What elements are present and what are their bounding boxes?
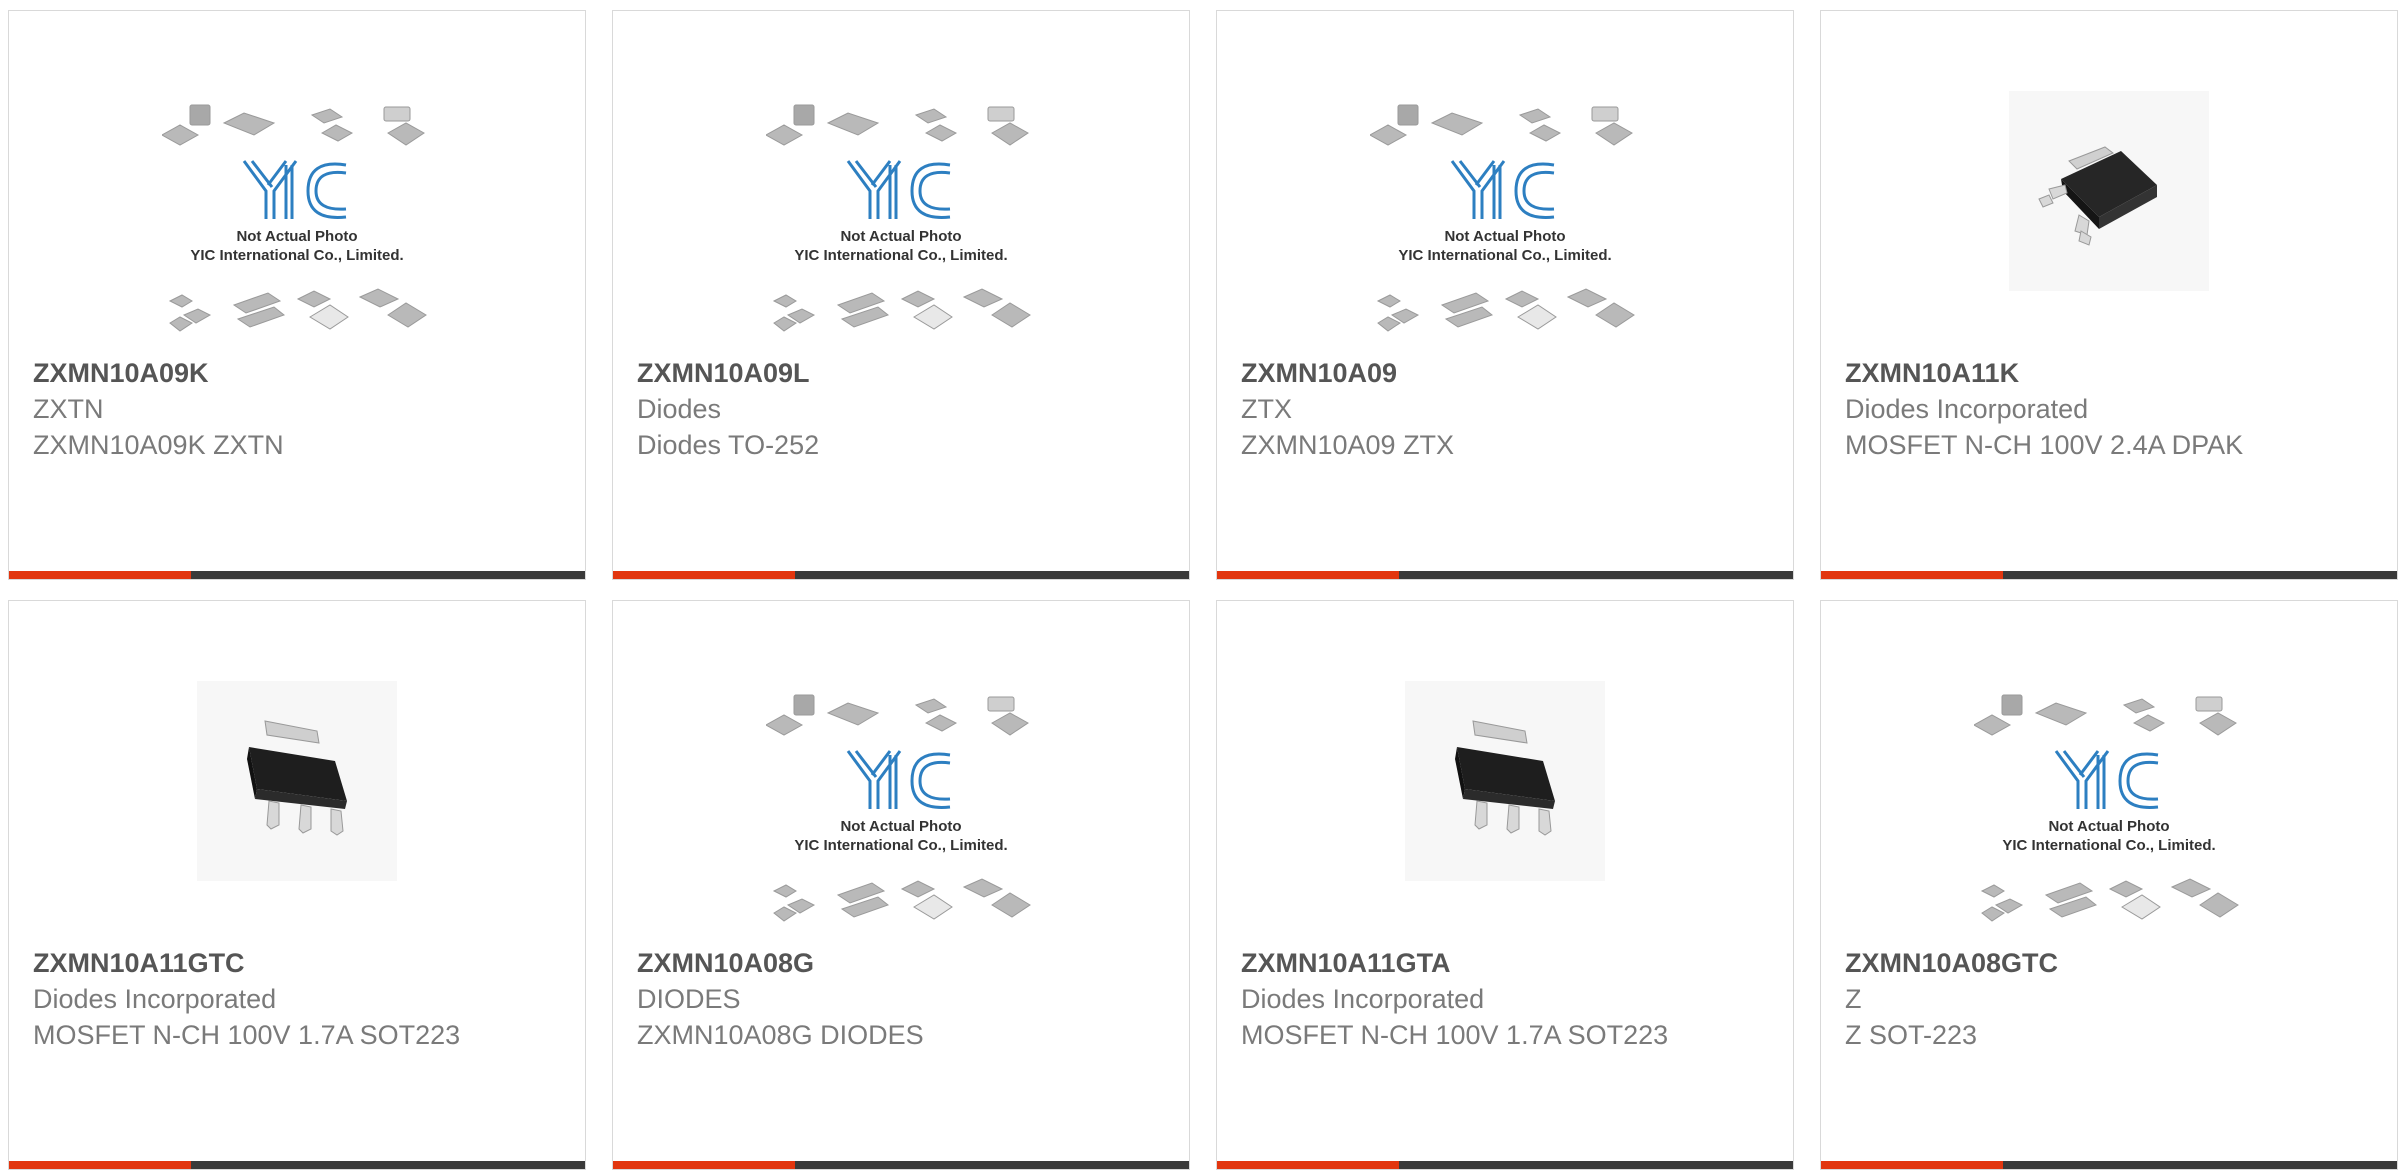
placeholder-caption-1: Not Actual Photo: [840, 228, 961, 245]
product-description: ZXMN10A09 ZTX: [1241, 430, 1455, 460]
product-part-number[interactable]: ZXMN10A08G: [637, 945, 1169, 981]
product-manufacturer: Diodes Incorporated: [1845, 394, 2089, 424]
product-image[interactable]: [1217, 601, 1793, 891]
product-card[interactable]: Not Actual Photo YIC International Co., …: [8, 10, 586, 580]
sot223-package-icon: [1405, 681, 1605, 881]
dpak-package-icon: [2009, 91, 2209, 291]
product-info: ZXMN10A11GTA Diodes Incorporated MOSFET N-…: [1241, 945, 1773, 1053]
placeholder-logo-icon: Not Actual Photo YIC International Co., …: [1974, 694, 2239, 922]
product-card[interactable]: ZXMN10A11K Diodes Incorporated MOSFET N-CH…: [1820, 10, 2398, 580]
product-part-number[interactable]: ZXMN10A11K: [1845, 355, 2377, 391]
card-bottom-bar: [9, 1161, 585, 1169]
product-manufacturer: DIODES: [637, 984, 741, 1014]
placeholder-caption-1: Not Actual Photo: [2048, 818, 2169, 835]
card-bottom-bar: [1217, 1161, 1793, 1169]
product-info: ZXMN10A09K ZXTN ZXMN10A09K ZXTN: [33, 355, 565, 463]
product-info: ZXMN10A11GTC Diodes Incorporated MOSFET N-…: [33, 945, 565, 1053]
product-description: Z SOT-223: [1845, 1020, 1978, 1050]
product-card[interactable]: ZXMN10A11GTA Diodes Incorporated MOSFET N-…: [1216, 600, 1794, 1170]
product-manufacturer: Diodes Incorporated: [33, 984, 277, 1014]
placeholder-caption-1: Not Actual Photo: [1444, 228, 1565, 245]
product-card[interactable]: Not Actual Photo YIC International Co., …: [612, 600, 1190, 1170]
card-bottom-bar-accent: [1821, 571, 2003, 579]
card-bottom-bar-accent: [613, 1161, 795, 1169]
product-info: ZXMN10A11K Diodes Incorporated MOSFET N-CH…: [1845, 355, 2377, 463]
placeholder-caption-2: YIC International Co., Limited.: [794, 837, 1007, 854]
product-part-number[interactable]: ZXMN10A11GTA: [1241, 945, 1773, 981]
product-info: ZXMN10A09L Diodes Diodes TO-252: [637, 355, 1169, 463]
product-image[interactable]: Not Actual Photo YIC International Co., …: [1217, 11, 1793, 332]
product-part-number[interactable]: ZXMN10A09: [1241, 355, 1773, 391]
card-bottom-bar: [9, 571, 585, 579]
product-image[interactable]: Not Actual Photo YIC International Co., …: [613, 601, 1189, 922]
card-bottom-bar: [1217, 571, 1793, 579]
product-part-number[interactable]: ZXMN10A09L: [637, 355, 1169, 391]
card-bottom-bar-accent: [1821, 1161, 2003, 1169]
placeholder-caption-2: YIC International Co., Limited.: [190, 247, 403, 264]
product-card-link[interactable]: Not Actual Photo YIC International Co., …: [1217, 11, 1793, 579]
card-bottom-bar: [1821, 571, 2397, 579]
product-card-link[interactable]: Not Actual Photo YIC International Co., …: [613, 601, 1189, 1169]
product-image[interactable]: Not Actual Photo YIC International Co., …: [1821, 601, 2397, 922]
product-image[interactable]: Not Actual Photo YIC International Co., …: [9, 11, 585, 332]
product-manufacturer: ZXTN: [33, 394, 104, 424]
product-info: ZXMN10A08GTC Z Z SOT-223: [1845, 945, 2377, 1053]
product-card-link[interactable]: Not Actual Photo YIC International Co., …: [9, 11, 585, 579]
product-description: Diodes TO-252: [637, 430, 820, 460]
placeholder-caption-2: YIC International Co., Limited.: [794, 247, 1007, 264]
placeholder-logo-icon: Not Actual Photo YIC International Co., …: [1370, 104, 1635, 332]
product-card[interactable]: Not Actual Photo YIC International Co., …: [1820, 600, 2398, 1170]
card-bottom-bar-accent: [9, 1161, 191, 1169]
product-part-number[interactable]: ZXMN10A09K: [33, 355, 565, 391]
product-info: ZXMN10A08G DIODES ZXMN10A08G DIODES: [637, 945, 1169, 1053]
product-part-number[interactable]: ZXMN10A11GTC: [33, 945, 565, 981]
card-bottom-bar-accent: [1217, 571, 1399, 579]
product-card-link[interactable]: ZXMN10A11GTC Diodes Incorporated MOSFET N-…: [9, 601, 585, 1169]
placeholder-logo-icon: Not Actual Photo YIC International Co., …: [766, 694, 1031, 922]
card-bottom-bar: [1821, 1161, 2397, 1169]
product-card[interactable]: Not Actual Photo YIC International Co., …: [612, 10, 1190, 580]
product-image[interactable]: Not Actual Photo YIC International Co., …: [613, 11, 1189, 332]
product-description: MOSFET N-CH 100V 2.4A DPAK: [1845, 430, 2244, 460]
product-manufacturer: Z: [1845, 984, 1862, 1014]
product-description: ZXMN10A08G DIODES: [637, 1020, 924, 1050]
product-description: ZXMN10A09K ZXTN: [33, 430, 284, 460]
product-manufacturer: Diodes: [637, 394, 722, 424]
placeholder-caption-2: YIC International Co., Limited.: [2002, 837, 2215, 854]
card-bottom-bar-accent: [1217, 1161, 1399, 1169]
product-card[interactable]: Not Actual Photo YIC International Co., …: [1216, 10, 1794, 580]
placeholder-caption-2: YIC International Co., Limited.: [1398, 247, 1611, 264]
product-info: ZXMN10A09 ZTX ZXMN10A09 ZTX: [1241, 355, 1773, 463]
placeholder-logo-icon: Not Actual Photo YIC International Co., …: [162, 104, 427, 332]
product-manufacturer: ZTX: [1241, 394, 1292, 424]
product-card[interactable]: ZXMN10A11GTC Diodes Incorporated MOSFET N-…: [8, 600, 586, 1170]
product-description: MOSFET N-CH 100V 1.7A SOT223: [1241, 1020, 1669, 1050]
placeholder-caption-1: Not Actual Photo: [236, 228, 357, 245]
card-bottom-bar-accent: [613, 571, 795, 579]
placeholder-logo-icon: Not Actual Photo YIC International Co., …: [766, 104, 1031, 332]
card-bottom-bar: [613, 571, 1189, 579]
product-image[interactable]: [9, 601, 585, 891]
product-card-link[interactable]: ZXMN10A11GTA Diodes Incorporated MOSFET N-…: [1217, 601, 1793, 1169]
product-card-link[interactable]: Not Actual Photo YIC International Co., …: [1821, 601, 2397, 1169]
product-card-link[interactable]: ZXMN10A11K Diodes Incorporated MOSFET N-CH…: [1821, 11, 2397, 579]
product-part-number[interactable]: ZXMN10A08GTC: [1845, 945, 2377, 981]
product-manufacturer: Diodes Incorporated: [1241, 984, 1485, 1014]
product-card-link[interactable]: Not Actual Photo YIC International Co., …: [613, 11, 1189, 579]
sot223-package-icon: [197, 681, 397, 881]
placeholder-caption-1: Not Actual Photo: [840, 818, 961, 835]
card-bottom-bar: [613, 1161, 1189, 1169]
product-image[interactable]: [1821, 11, 2397, 301]
product-description: MOSFET N-CH 100V 1.7A SOT223: [33, 1020, 461, 1050]
card-bottom-bar-accent: [9, 571, 191, 579]
